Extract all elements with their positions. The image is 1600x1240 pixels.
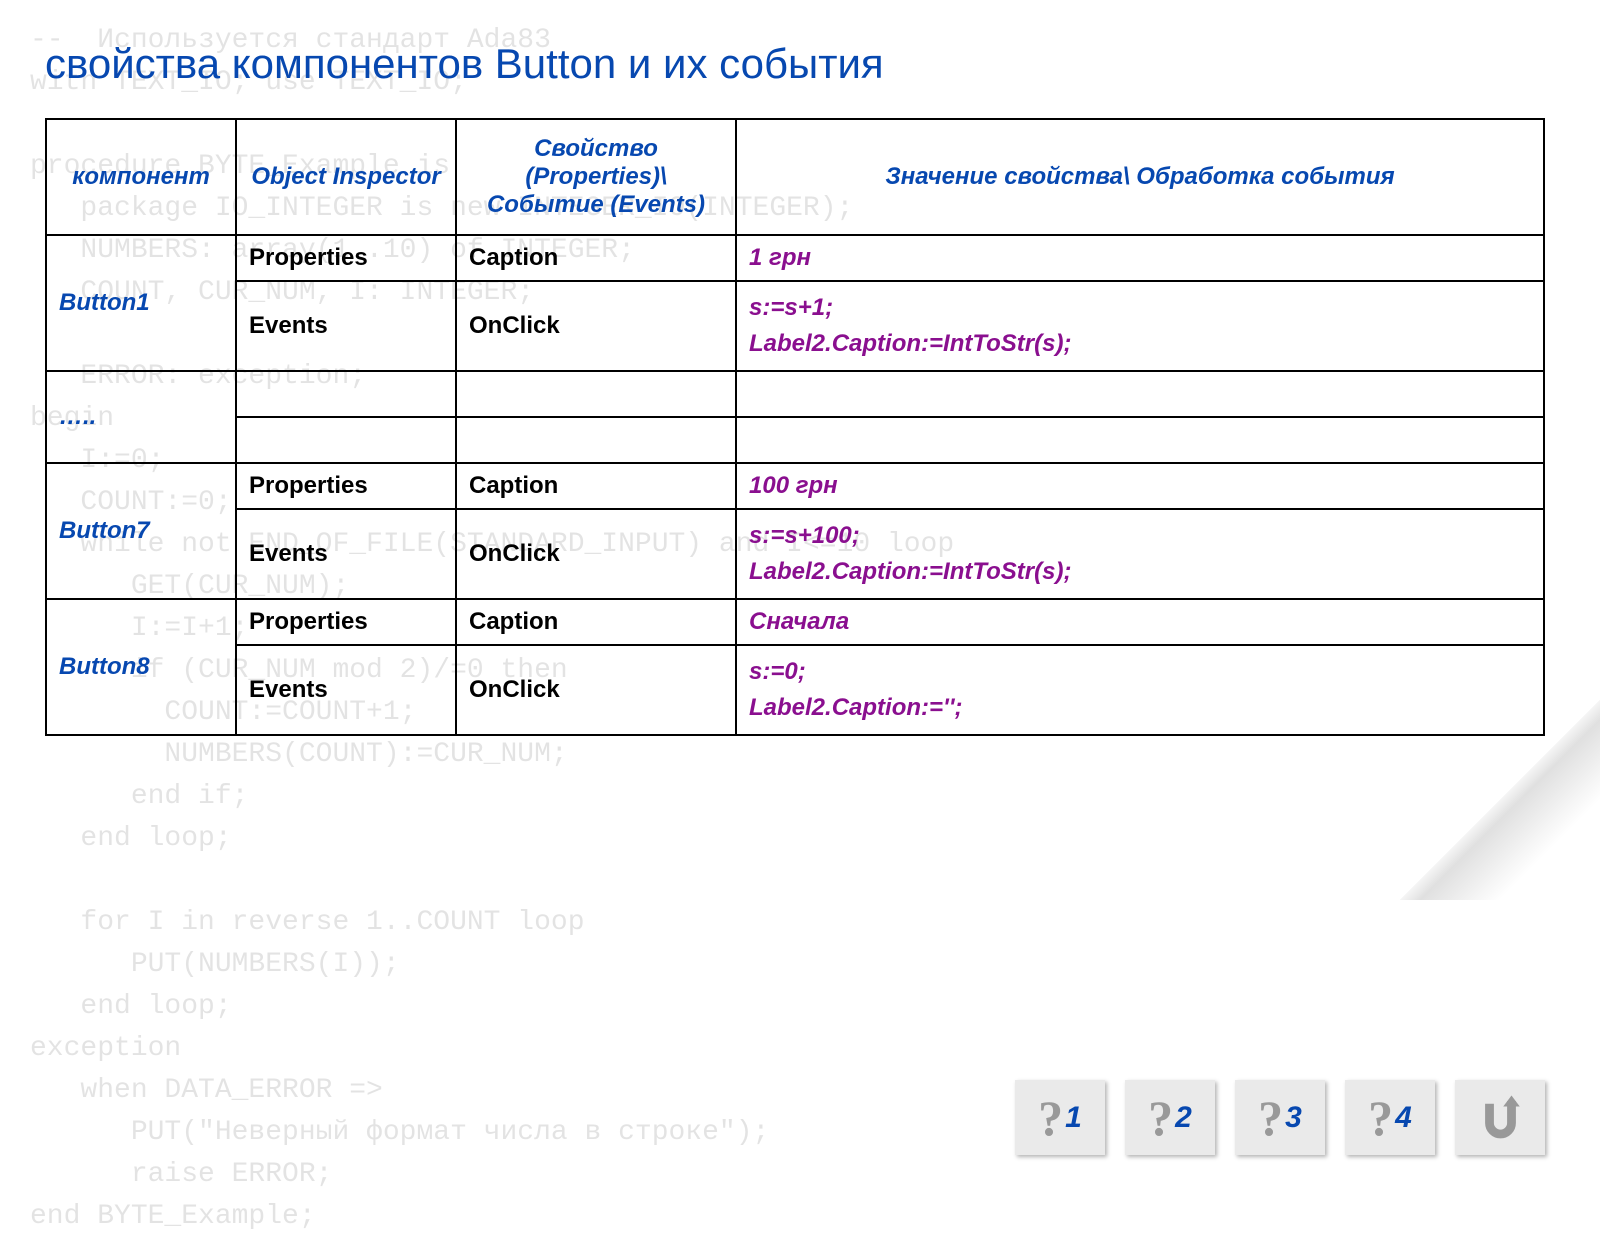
property-cell: OnClick (456, 509, 736, 599)
value-cell: 100 грн (736, 463, 1544, 509)
properties-table: компонент Object Inspector Свойство (Pro… (45, 118, 1545, 736)
nav-question-1[interactable]: ?1 (1015, 1080, 1105, 1155)
value-cell (736, 371, 1544, 417)
component-cell: ….. (46, 371, 236, 463)
nav-label: 2 (1175, 1101, 1192, 1135)
u-turn-icon (1473, 1090, 1528, 1145)
table-row: Button8 Properties Caption Сначала (46, 599, 1544, 645)
nav-question-3[interactable]: ?3 (1235, 1080, 1325, 1155)
inspector-cell: Properties (236, 463, 456, 509)
question-mark-icon: ? (1148, 1089, 1173, 1147)
value-cell: Сначала (736, 599, 1544, 645)
table-header-row: компонент Object Inspector Свойство (Pro… (46, 119, 1544, 235)
table-row: Button7 Properties Caption 100 грн (46, 463, 1544, 509)
component-cell: Button7 (46, 463, 236, 599)
table-row (46, 417, 1544, 463)
value-cell: s:=s+1; Label2.Caption:=IntToStr(s); (736, 281, 1544, 371)
header-prop-event: Свойство (Properties)\ Событие (Events) (456, 119, 736, 235)
table-row: Events OnClick s:=0; Label2.Caption:=''; (46, 645, 1544, 735)
question-mark-icon: ? (1038, 1089, 1063, 1147)
inspector-cell (236, 417, 456, 463)
value-cell: 1 грн (736, 235, 1544, 281)
property-cell: Caption (456, 599, 736, 645)
table-row: Events OnClick s:=s+100; Label2.Caption:… (46, 509, 1544, 599)
inspector-cell: Events (236, 645, 456, 735)
table-row: Button1 Properties Caption 1 грн (46, 235, 1544, 281)
navigation-bar: ?1 ?2 ?3 ?4 (1015, 1080, 1545, 1155)
property-cell: OnClick (456, 645, 736, 735)
header-inspector: Object Inspector (236, 119, 456, 235)
table-row: ….. (46, 371, 1544, 417)
property-cell (456, 371, 736, 417)
nav-label: 3 (1285, 1101, 1302, 1135)
table-row: Events OnClick s:=s+1; Label2.Caption:=I… (46, 281, 1544, 371)
property-cell (456, 417, 736, 463)
value-cell: s:=0; Label2.Caption:=''; (736, 645, 1544, 735)
question-mark-icon: ? (1368, 1089, 1393, 1147)
inspector-cell: Properties (236, 235, 456, 281)
question-mark-icon: ? (1258, 1089, 1283, 1147)
nav-question-4[interactable]: ?4 (1345, 1080, 1435, 1155)
header-component: компонент (46, 119, 236, 235)
inspector-cell: Events (236, 509, 456, 599)
component-cell: Button8 (46, 599, 236, 735)
inspector-cell (236, 371, 456, 417)
inspector-cell: Events (236, 281, 456, 371)
nav-question-2[interactable]: ?2 (1125, 1080, 1215, 1155)
component-cell: Button1 (46, 235, 236, 371)
property-cell: OnClick (456, 281, 736, 371)
page-title: свойства компонентов Button и их события (45, 40, 1555, 88)
nav-label: 1 (1065, 1101, 1082, 1135)
property-cell: Caption (456, 235, 736, 281)
value-cell: s:=s+100; Label2.Caption:=IntToStr(s); (736, 509, 1544, 599)
property-cell: Caption (456, 463, 736, 509)
inspector-cell: Properties (236, 599, 456, 645)
header-value: Значение свойства\ Обработка события (736, 119, 1544, 235)
nav-back-button[interactable] (1455, 1080, 1545, 1155)
nav-label: 4 (1395, 1101, 1412, 1135)
value-cell (736, 417, 1544, 463)
